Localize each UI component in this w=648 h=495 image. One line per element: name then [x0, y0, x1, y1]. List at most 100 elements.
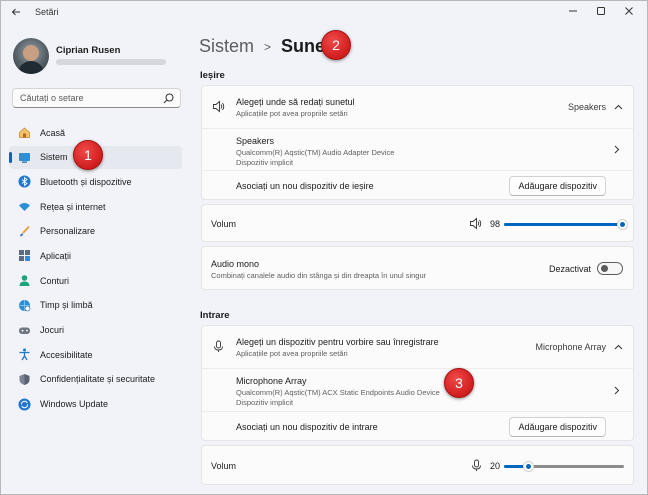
- user-avatar[interactable]: [13, 38, 49, 74]
- microphone-icon: [214, 340, 223, 352]
- choose-input-subtitle: Aplicațiile pot avea propriile setări: [236, 349, 348, 358]
- user-email-redacted: [56, 59, 166, 65]
- input-volume-thumb[interactable]: [523, 461, 534, 472]
- choose-output-subtitle: Aplicațiile pot avea propriile setări: [236, 109, 348, 118]
- sidebar-item-label: Aplicații: [40, 250, 72, 261]
- mono-audio-card: Audio mono Combinați canalele audio din …: [201, 246, 634, 290]
- sidebar-item-accounts[interactable]: Conturi: [9, 269, 182, 292]
- output-volume-thumb[interactable]: [617, 219, 628, 230]
- home-icon: [19, 127, 30, 138]
- sidebar-item-personalization[interactable]: Personalizare: [9, 220, 182, 243]
- input-volume-card: Volum 20: [201, 445, 634, 485]
- chevron-up-icon[interactable]: [614, 343, 623, 352]
- sidebar-item-label: Accesibilitate: [40, 349, 93, 360]
- choose-input-text: Alegeți un dispozitiv pentru vorbire sau…: [236, 337, 439, 358]
- mono-audio-subtitle: Combinați canalele audio din stânga și d…: [211, 271, 427, 280]
- maximize-icon: [597, 7, 605, 15]
- pair-input-label: Asociați un nou dispozitiv de intrare: [236, 422, 378, 432]
- search-input[interactable]: [20, 93, 160, 103]
- mono-audio-text: Audio mono Combinați canalele audio din …: [211, 259, 426, 280]
- user-name: Ciprian Rusen: [56, 45, 121, 56]
- microphone-volume-icon[interactable]: [470, 459, 483, 472]
- accessibility-icon: [19, 348, 30, 361]
- title-bar: Setări: [1, 1, 647, 23]
- input-device-name: Microphone Array: [236, 376, 307, 386]
- sidebar-item-home[interactable]: Acasă: [9, 121, 182, 144]
- pair-output-row: Asociați un nou dispozitiv de ieșire Adă…: [202, 170, 633, 200]
- sidebar-item-label: Timp și limbă: [40, 300, 93, 311]
- sidebar-item-windows-update[interactable]: Windows Update: [9, 393, 182, 416]
- choose-input-row[interactable]: Alegeți un dispozitiv pentru vorbire sau…: [202, 326, 633, 368]
- sidebar-item-bluetooth[interactable]: Bluetooth și dispozitive: [9, 170, 182, 193]
- maximize-button[interactable]: [587, 1, 615, 21]
- sidebar-item-accessibility[interactable]: Accesibilitate: [9, 343, 182, 366]
- chevron-right-icon: [614, 386, 620, 395]
- mono-audio-toggle[interactable]: [597, 262, 623, 275]
- sidebar-item-label: Personalizare: [40, 226, 96, 237]
- minimize-button[interactable]: [559, 1, 587, 21]
- selected-input-device: Microphone Array: [535, 342, 606, 352]
- pair-output-label: Asociați un nou dispozitiv de ieșire: [236, 181, 374, 191]
- sidebar-item-label: Acasă: [40, 127, 66, 138]
- breadcrumb-separator: >: [264, 39, 272, 54]
- choose-output-row[interactable]: Alegeți unde să redați sunetul Aplicații…: [202, 86, 633, 128]
- settings-window: Setări Ciprian Rusen Acasă Sistem: [0, 0, 648, 495]
- back-button[interactable]: [7, 3, 25, 21]
- add-output-device-button[interactable]: Adăugare dispozitiv: [509, 176, 606, 196]
- breadcrumb: Sistem > Sunet: [199, 36, 331, 57]
- minimize-icon: [569, 10, 577, 12]
- output-device-text: Speakers Qualcomm(R) Aqstic(TM) Audio Ad…: [236, 136, 394, 167]
- section-title-output: Ieșire: [200, 70, 225, 81]
- selected-output-device: Speakers: [567, 102, 606, 112]
- shield-icon: [19, 373, 30, 385]
- section-title-input: Intrare: [200, 310, 230, 321]
- sidebar-item-network[interactable]: Rețea și internet: [9, 195, 182, 218]
- sidebar-item-privacy-security[interactable]: Confidențialitate și securitate: [9, 368, 182, 391]
- output-device-card: Alegeți unde să redați sunetul Aplicații…: [201, 85, 634, 200]
- input-device-microphone-array[interactable]: Microphone Array Qualcomm(R) Aqstic(TM) …: [202, 368, 633, 411]
- output-device-speakers[interactable]: Speakers Qualcomm(R) Aqstic(TM) Audio Ad…: [202, 128, 633, 170]
- input-device-text: Microphone Array Qualcomm(R) Aqstic(TM) …: [236, 376, 440, 407]
- callout-marker-3: 3: [444, 368, 474, 398]
- choose-output-title: Alegeți unde să redați sunetul: [236, 97, 355, 107]
- sidebar-item-time-language[interactable]: Timp și limbă: [9, 294, 182, 317]
- choose-input-title: Alegeți un dispozitiv pentru vorbire sau…: [236, 337, 439, 347]
- sidebar-item-gaming[interactable]: Jocuri: [9, 319, 182, 342]
- output-device-name: Speakers: [236, 136, 275, 146]
- input-volume-label: Volum: [211, 461, 237, 471]
- back-arrow-icon: [11, 8, 20, 16]
- system-icon: [19, 152, 30, 163]
- bluetooth-icon: [18, 175, 31, 188]
- account-icon: [19, 275, 30, 287]
- speaker-volume-icon[interactable]: [469, 217, 482, 230]
- input-device-card: Alegeți un dispozitiv pentru vorbire sau…: [201, 325, 634, 441]
- sidebar-item-apps[interactable]: Aplicații: [9, 244, 182, 267]
- output-volume-fill: [504, 223, 622, 226]
- callout-marker-2: 2: [321, 30, 351, 60]
- search-icon[interactable]: [162, 92, 175, 105]
- sidebar-item-label: Windows Update: [40, 399, 109, 410]
- input-device-status: Dispozitiv implicit: [236, 398, 294, 407]
- window-controls: [559, 1, 643, 21]
- mono-audio-state: Dezactivat: [548, 264, 591, 274]
- apps-icon: [19, 250, 30, 262]
- chevron-up-icon[interactable]: [614, 103, 623, 112]
- sidebar-item-label: Jocuri: [40, 325, 65, 335]
- chevron-right-icon: [614, 145, 620, 154]
- globe-clock-icon: [19, 299, 31, 312]
- close-button[interactable]: [615, 1, 643, 21]
- input-device-detail: Qualcomm(R) Aqstic(TM) ACX Static Endpoi…: [236, 388, 440, 397]
- breadcrumb-parent[interactable]: Sistem: [199, 36, 254, 57]
- output-device-status: Dispozitiv implicit: [236, 158, 294, 167]
- sidebar-item-label: Confidențialitate și securitate: [40, 374, 156, 385]
- close-icon: [625, 7, 633, 15]
- sidebar-item-label: Bluetooth și dispozitive: [40, 176, 132, 187]
- sidebar-item-label: Conturi: [40, 275, 70, 286]
- add-input-device-button[interactable]: Adăugare dispozitiv: [509, 417, 606, 437]
- speaker-icon: [213, 100, 225, 113]
- choose-output-text: Alegeți unde să redați sunetul Aplicații…: [236, 97, 355, 118]
- output-volume-card: Volum 98: [201, 204, 634, 242]
- callout-marker-1: 1: [73, 140, 103, 170]
- search-box[interactable]: [12, 88, 181, 108]
- wifi-icon: [19, 203, 30, 212]
